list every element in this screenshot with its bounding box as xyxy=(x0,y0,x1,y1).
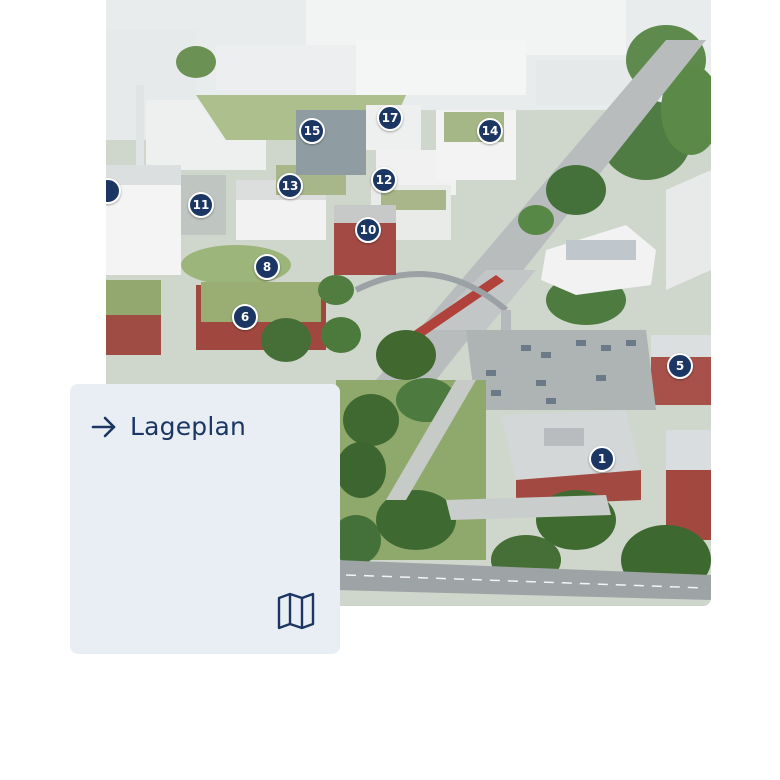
building-marker-5[interactable]: 5 xyxy=(667,353,693,379)
building-marker-6[interactable]: 6 xyxy=(232,304,258,330)
building-marker-17[interactable]: 17 xyxy=(377,105,403,131)
card-title: Lageplan xyxy=(130,412,247,441)
building-marker-13[interactable]: 13 xyxy=(277,173,303,199)
building-marker-partial[interactable] xyxy=(106,178,121,204)
building-marker-15[interactable]: 15 xyxy=(299,118,325,144)
lageplan-card[interactable]: Lageplan xyxy=(70,384,340,654)
lageplan-link[interactable]: Lageplan xyxy=(90,412,246,441)
building-marker-8[interactable]: 8 xyxy=(254,254,280,280)
building-marker-12[interactable]: 12 xyxy=(371,167,397,193)
arrow-right-icon xyxy=(90,413,118,441)
folded-map-icon xyxy=(276,590,316,630)
building-marker-11[interactable]: 11 xyxy=(188,192,214,218)
building-marker-1[interactable]: 1 xyxy=(589,446,615,472)
building-marker-14[interactable]: 14 xyxy=(477,118,503,144)
building-marker-10[interactable]: 10 xyxy=(355,217,381,243)
lageplan-teaser: 1 5 6 8 10 11 12 13 14 15 17 Lageplan xyxy=(0,0,780,780)
